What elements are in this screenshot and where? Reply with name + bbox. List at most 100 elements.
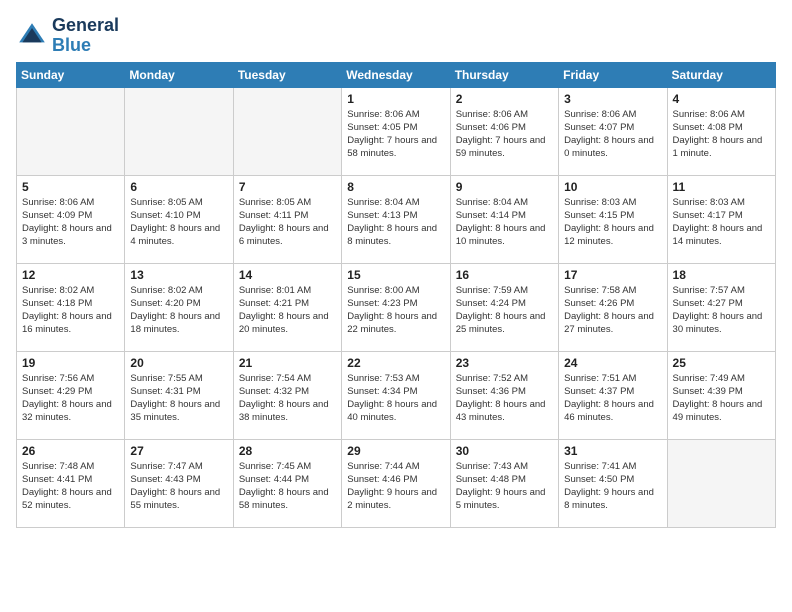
calendar-cell: 15 Sunrise: 8:00 AM Sunset: 4:23 PM Dayli…	[342, 263, 450, 351]
calendar-cell: 13Sunrise: 8:02 AM Sunset: 4:20 PM Dayli…	[125, 263, 233, 351]
day-number: 25	[673, 356, 770, 370]
calendar-cell: 10 Sunrise: 8:03 AM Sunset: 4:15 PM Dayli…	[559, 175, 667, 263]
calendar-cell: 4Sunrise: 8:06 AM Sunset: 4:08 PM Daylig…	[667, 87, 775, 175]
cell-detail: Sunrise: 7:56 AM Sunset: 4:29 PM Dayligh…	[22, 372, 119, 425]
calendar-cell: 30 Sunrise: 7:43 AM Sunset: 4:48 PM Dayli…	[450, 439, 558, 527]
day-number: 26	[22, 444, 119, 458]
calendar-cell	[233, 87, 341, 175]
cell-detail: Sunrise: 7:55 AM Sunset: 4:31 PM Dayligh…	[130, 372, 227, 425]
day-number: 1	[347, 92, 444, 106]
cell-detail: Sunrise: 7:51 AM Sunset: 4:37 PM Dayligh…	[564, 372, 661, 425]
header: General Blue	[16, 16, 776, 56]
calendar-cell: 25 Sunrise: 7:49 AM Sunset: 4:39 PM Dayli…	[667, 351, 775, 439]
calendar-cell: 27 Sunrise: 7:47 AM Sunset: 4:43 PM Dayli…	[125, 439, 233, 527]
cell-detail: Sunrise: 8:06 AM Sunset: 4:05 PM Dayligh…	[347, 108, 444, 161]
cell-detail: Sunrise: 7:48 AM Sunset: 4:41 PM Dayligh…	[22, 460, 119, 513]
calendar-cell: 16 Sunrise: 7:59 AM Sunset: 4:24 PM Dayli…	[450, 263, 558, 351]
calendar-cell: 26 Sunrise: 7:48 AM Sunset: 4:41 PM Dayli…	[17, 439, 125, 527]
cell-detail: Sunrise: 8:03 AM Sunset: 4:15 PM Dayligh…	[564, 196, 661, 249]
day-number: 11	[673, 180, 770, 194]
cell-detail: Sunrise: 8:04 AM Sunset: 4:14 PM Dayligh…	[456, 196, 553, 249]
logo-text: General Blue	[52, 16, 119, 56]
day-number: 20	[130, 356, 227, 370]
week-row-1: 5 Sunrise: 8:06 AM Sunset: 4:09 PM Daylig…	[17, 175, 776, 263]
day-number: 2	[456, 92, 553, 106]
calendar-cell: 20 Sunrise: 7:55 AM Sunset: 4:31 PM Dayli…	[125, 351, 233, 439]
calendar-cell: 29Sunrise: 7:44 AM Sunset: 4:46 PM Dayli…	[342, 439, 450, 527]
calendar-cell: 19Sunrise: 7:56 AM Sunset: 4:29 PM Dayli…	[17, 351, 125, 439]
cell-detail: Sunrise: 8:00 AM Sunset: 4:23 PM Dayligh…	[347, 284, 444, 337]
week-row-3: 19Sunrise: 7:56 AM Sunset: 4:29 PM Dayli…	[17, 351, 776, 439]
day-number: 27	[130, 444, 227, 458]
day-number: 7	[239, 180, 336, 194]
day-number: 14	[239, 268, 336, 282]
day-number: 23	[456, 356, 553, 370]
weekday-header-thursday: Thursday	[450, 62, 558, 87]
day-number: 9	[456, 180, 553, 194]
week-row-2: 12 Sunrise: 8:02 AM Sunset: 4:18 PM Dayli…	[17, 263, 776, 351]
calendar-cell: 9 Sunrise: 8:04 AM Sunset: 4:14 PM Daylig…	[450, 175, 558, 263]
day-number: 10	[564, 180, 661, 194]
cell-detail: Sunrise: 7:44 AM Sunset: 4:46 PM Dayligh…	[347, 460, 444, 513]
cell-detail: Sunrise: 7:59 AM Sunset: 4:24 PM Dayligh…	[456, 284, 553, 337]
cell-detail: Sunrise: 8:06 AM Sunset: 4:09 PM Dayligh…	[22, 196, 119, 249]
day-number: 12	[22, 268, 119, 282]
weekday-header-tuesday: Tuesday	[233, 62, 341, 87]
calendar-cell: 17 Sunrise: 7:58 AM Sunset: 4:26 PM Dayli…	[559, 263, 667, 351]
weekday-header-monday: Monday	[125, 62, 233, 87]
day-number: 22	[347, 356, 444, 370]
calendar-cell: 14 Sunrise: 8:01 AM Sunset: 4:21 PM Dayli…	[233, 263, 341, 351]
day-number: 5	[22, 180, 119, 194]
cell-detail: Sunrise: 8:05 AM Sunset: 4:10 PM Dayligh…	[130, 196, 227, 249]
cell-detail: Sunrise: 8:01 AM Sunset: 4:21 PM Dayligh…	[239, 284, 336, 337]
day-number: 18	[673, 268, 770, 282]
calendar-cell: 23 Sunrise: 7:52 AM Sunset: 4:36 PM Dayli…	[450, 351, 558, 439]
cell-detail: Sunrise: 8:02 AM Sunset: 4:18 PM Dayligh…	[22, 284, 119, 337]
cell-detail: Sunrise: 7:52 AM Sunset: 4:36 PM Dayligh…	[456, 372, 553, 425]
cell-detail: Sunrise: 8:06 AM Sunset: 4:06 PM Dayligh…	[456, 108, 553, 161]
cell-detail: Sunrise: 8:02 AM Sunset: 4:20 PM Dayligh…	[130, 284, 227, 337]
day-number: 16	[456, 268, 553, 282]
calendar-cell: 1 Sunrise: 8:06 AM Sunset: 4:05 PM Daylig…	[342, 87, 450, 175]
weekday-header-saturday: Saturday	[667, 62, 775, 87]
calendar-cell: 18Sunrise: 7:57 AM Sunset: 4:27 PM Dayli…	[667, 263, 775, 351]
weekday-header-wednesday: Wednesday	[342, 62, 450, 87]
cell-detail: Sunrise: 7:54 AM Sunset: 4:32 PM Dayligh…	[239, 372, 336, 425]
day-number: 4	[673, 92, 770, 106]
weekday-header-sunday: Sunday	[17, 62, 125, 87]
day-number: 24	[564, 356, 661, 370]
calendar-cell: 2 Sunrise: 8:06 AM Sunset: 4:06 PM Daylig…	[450, 87, 558, 175]
weekday-header-row: SundayMondayTuesdayWednesdayThursdayFrid…	[17, 62, 776, 87]
week-row-0: 1 Sunrise: 8:06 AM Sunset: 4:05 PM Daylig…	[17, 87, 776, 175]
calendar-cell: 12 Sunrise: 8:02 AM Sunset: 4:18 PM Dayli…	[17, 263, 125, 351]
calendar-cell: 24 Sunrise: 7:51 AM Sunset: 4:37 PM Dayli…	[559, 351, 667, 439]
calendar-cell	[667, 439, 775, 527]
day-number: 8	[347, 180, 444, 194]
calendar-cell: 6 Sunrise: 8:05 AM Sunset: 4:10 PM Daylig…	[125, 175, 233, 263]
cell-detail: Sunrise: 7:49 AM Sunset: 4:39 PM Dayligh…	[673, 372, 770, 425]
calendar: SundayMondayTuesdayWednesdayThursdayFrid…	[16, 62, 776, 528]
cell-detail: Sunrise: 7:43 AM Sunset: 4:48 PM Dayligh…	[456, 460, 553, 513]
cell-detail: Sunrise: 8:05 AM Sunset: 4:11 PM Dayligh…	[239, 196, 336, 249]
calendar-cell: 7 Sunrise: 8:05 AM Sunset: 4:11 PM Daylig…	[233, 175, 341, 263]
cell-detail: Sunrise: 7:53 AM Sunset: 4:34 PM Dayligh…	[347, 372, 444, 425]
cell-detail: Sunrise: 7:45 AM Sunset: 4:44 PM Dayligh…	[239, 460, 336, 513]
calendar-cell: 21Sunrise: 7:54 AM Sunset: 4:32 PM Dayli…	[233, 351, 341, 439]
calendar-cell: 22 Sunrise: 7:53 AM Sunset: 4:34 PM Dayli…	[342, 351, 450, 439]
weekday-header-friday: Friday	[559, 62, 667, 87]
day-number: 15	[347, 268, 444, 282]
day-number: 17	[564, 268, 661, 282]
calendar-cell: 5 Sunrise: 8:06 AM Sunset: 4:09 PM Daylig…	[17, 175, 125, 263]
day-number: 31	[564, 444, 661, 458]
cell-detail: Sunrise: 7:41 AM Sunset: 4:50 PM Dayligh…	[564, 460, 661, 513]
calendar-cell: 11Sunrise: 8:03 AM Sunset: 4:17 PM Dayli…	[667, 175, 775, 263]
day-number: 28	[239, 444, 336, 458]
calendar-cell: 31 Sunrise: 7:41 AM Sunset: 4:50 PM Dayli…	[559, 439, 667, 527]
cell-detail: Sunrise: 7:58 AM Sunset: 4:26 PM Dayligh…	[564, 284, 661, 337]
logo-icon	[16, 20, 48, 52]
day-number: 30	[456, 444, 553, 458]
cell-detail: Sunrise: 7:47 AM Sunset: 4:43 PM Dayligh…	[130, 460, 227, 513]
day-number: 6	[130, 180, 227, 194]
day-number: 3	[564, 92, 661, 106]
logo: General Blue	[16, 16, 119, 56]
